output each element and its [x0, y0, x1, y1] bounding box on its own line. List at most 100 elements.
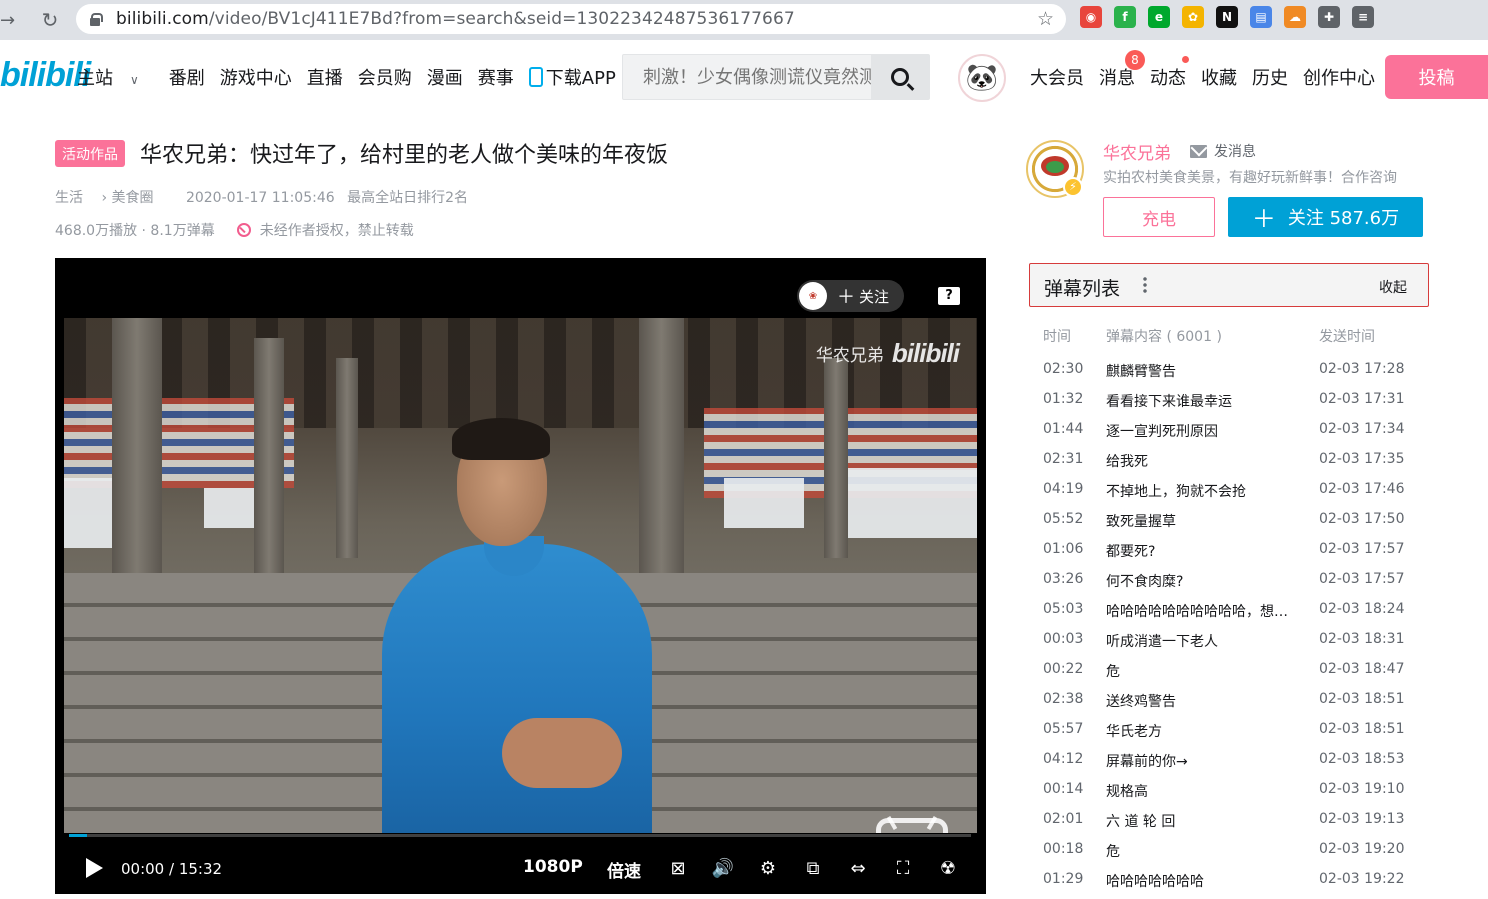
nav-history[interactable]: 历史 [1252, 64, 1288, 90]
danmaku-time: 00:03 [1043, 631, 1084, 647]
danmaku-row[interactable]: 05:52 致死量握草 02-03 17:50 [1043, 509, 1428, 539]
search-input[interactable] [643, 65, 871, 89]
danmaku-row[interactable]: 00:22 危 02-03 18:47 [1043, 659, 1428, 689]
uploader-name[interactable]: 华农兄弟 [1103, 139, 1171, 164]
nav-dynamics[interactable]: 动态 [1150, 64, 1186, 90]
nav-item-shop[interactable]: 会员购 [358, 64, 412, 90]
browser-toolbar: → ↻ bilibili.com/video/BV1cJ411E7Bd?from… [0, 0, 1488, 40]
danmaku-row[interactable]: 02:38 送终鸡警告 02-03 18:51 [1043, 689, 1428, 719]
forward-icon[interactable]: → [0, 10, 15, 31]
nav-item-manga[interactable]: 漫画 [427, 64, 463, 90]
speed-button[interactable]: 倍速 [607, 857, 641, 882]
danmaku-content: 危 [1106, 844, 1120, 860]
danmaku-row[interactable]: 05:57 华氏老方 02-03 18:51 [1043, 719, 1428, 749]
chrome-icon[interactable]: ◉ [1080, 6, 1102, 28]
danmaku-row[interactable]: 00:03 听成消遣一下老人 02-03 18:31 [1043, 629, 1428, 659]
quality-button[interactable]: 1080P [523, 857, 583, 877]
cloud-icon[interactable]: ☁ [1284, 6, 1306, 28]
search-button[interactable] [871, 55, 929, 99]
docs-icon[interactable]: ▤ [1250, 6, 1272, 28]
readinglist-icon[interactable]: ≡ [1352, 6, 1374, 28]
danmaku-time: 05:57 [1043, 721, 1084, 737]
nav-favorites[interactable]: 收藏 [1201, 64, 1237, 90]
danmaku-list-header[interactable]: 弹幕列表 收起 [1029, 263, 1429, 307]
danmaku-row[interactable]: 05:03 哈哈哈哈哈哈哈哈哈哈，想… 02-03 18:24 [1043, 599, 1428, 629]
danmaku-row[interactable]: 01:44 逐一宣判死刑原因 02-03 17:34 [1043, 419, 1428, 449]
danmaku-row[interactable]: 01:32 看看接下来谁最幸运 02-03 17:31 [1043, 389, 1428, 419]
fullscreen-icon[interactable]: ☢ [936, 857, 960, 879]
danmaku-toggle-icon[interactable]: ⊠ [666, 857, 690, 879]
nav-item-main[interactable]: 主站 ∨ [77, 64, 154, 90]
danmaku-sent-time: 02-03 17:31 [1319, 391, 1405, 407]
column-sent-time[interactable]: 发送时间 [1319, 326, 1375, 346]
reload-icon[interactable]: ↻ [38, 8, 62, 32]
danmaku-sent-time: 02-03 18:53 [1319, 751, 1405, 767]
publish-date: 2020-01-17 11:05:46 [185, 190, 335, 206]
widescreen-icon[interactable]: ⇔ [846, 857, 870, 879]
danmaku-list: 02:30 麒麟臂警告 02-03 17:28 01:32 看看接下来谁最幸运 02-03… [1043, 359, 1428, 899]
danmaku-row[interactable]: 02:31 给我死 02-03 17:35 [1043, 449, 1428, 479]
column-content[interactable]: 弹幕内容 ( 6001 ) [1106, 326, 1222, 346]
nav-item-download-app[interactable]: 下载APP [528, 64, 631, 90]
evernote-icon[interactable]: e [1148, 6, 1170, 28]
video-player[interactable]: 华农兄弟 bilibili ❀ ＋ 关注 ? 00:00 / 15:32 1080… [55, 258, 986, 894]
danmaku-content: 屏幕前的你→ [1106, 754, 1188, 770]
danmaku-row[interactable]: 01:06 都要死? 02-03 17:57 [1043, 539, 1428, 569]
nav-creator-center[interactable]: 创作中心 [1303, 64, 1375, 90]
danmaku-time: 00:14 [1043, 781, 1084, 797]
upload-button[interactable]: 投稿 [1385, 55, 1488, 99]
danmaku-content: 看看接下来谁最幸运 [1106, 394, 1232, 410]
play-icon[interactable] [86, 858, 103, 878]
danmaku-time: 01:32 [1043, 391, 1084, 407]
nav-item-esports[interactable]: 赛事 [478, 64, 514, 90]
danmaku-row[interactable]: 00:18 危 02-03 19:20 [1043, 839, 1428, 869]
pip-icon[interactable]: ⧉ [801, 857, 825, 879]
bookmark-star-icon[interactable]: ☆ [1037, 8, 1054, 30]
danmaku-row[interactable]: 03:26 何不食肉糜? 02-03 17:57 [1043, 569, 1428, 599]
web-fullscreen-icon[interactable]: ⛶ [891, 857, 915, 879]
player-follow-chip[interactable]: ❀ ＋ 关注 [797, 280, 904, 312]
nav-vip[interactable]: 大会员 [1030, 64, 1084, 90]
feedly-icon[interactable]: f [1114, 6, 1136, 28]
settings-icon[interactable]: ⚙ [756, 857, 780, 879]
nav-item-games[interactable]: 游戏中心 [220, 64, 292, 90]
charge-button[interactable]: 充电 [1103, 197, 1215, 237]
danmaku-time: 04:19 [1043, 481, 1084, 497]
activity-tag[interactable]: 活动作品 [55, 140, 125, 167]
danmaku-row[interactable]: 02:30 麒麟臂警告 02-03 17:28 [1043, 359, 1428, 389]
user-avatar[interactable]: 🐼 [958, 54, 1006, 102]
main-nav: 主站 ∨ 番剧 游戏中心 直播 会员购 漫画 赛事 下载APP [77, 64, 646, 90]
danmaku-row[interactable]: 00:14 规格高 02-03 19:10 [1043, 779, 1428, 809]
address-bar[interactable]: bilibili.com/video/BV1cJ411E7Bd?from=sea… [76, 4, 1066, 34]
progress-bar[interactable] [69, 834, 971, 837]
danmaku-row[interactable]: 04:12 屏幕前的你→ 02-03 18:53 [1043, 749, 1428, 779]
danmaku-content: 不掉地上，狗就不会抢 [1106, 484, 1246, 500]
nav-item-anime[interactable]: 番剧 [169, 64, 205, 90]
follow-button[interactable]: ＋ 关注 587.6万 [1228, 197, 1423, 237]
more-options-icon[interactable] [1143, 276, 1147, 294]
send-message-link[interactable]: 发消息 [1190, 141, 1256, 161]
rank-info[interactable]: 最高全站日排行2名 [347, 190, 468, 206]
category-link[interactable]: 生活 [55, 190, 83, 206]
column-time[interactable]: 时间 [1043, 326, 1071, 346]
danmaku-row[interactable]: 01:29 哈哈哈哈哈哈哈 02-03 19:22 [1043, 869, 1428, 899]
danmaku-time: 02:38 [1043, 691, 1084, 707]
nav-item-live[interactable]: 直播 [307, 64, 343, 90]
plus-icon: ＋ [1251, 204, 1276, 233]
subcategory-link[interactable]: 美食圈 [112, 190, 154, 206]
video-frame: 华农兄弟 bilibili [64, 318, 977, 833]
danmaku-list-title: 弹幕列表 [1044, 278, 1121, 300]
danmaku-sent-time: 02-03 19:22 [1319, 871, 1405, 887]
collapse-button[interactable]: 收起 [1379, 277, 1407, 297]
danmaku-content: 致死量握草 [1106, 514, 1176, 530]
help-icon[interactable]: ? [938, 287, 960, 305]
puzzle-icon[interactable]: ✚ [1318, 6, 1340, 28]
photos-icon[interactable]: ✿ [1182, 6, 1204, 28]
lock-icon[interactable] [90, 12, 103, 26]
danmaku-row[interactable]: 04:19 不掉地上，狗就不会抢 02-03 17:46 [1043, 479, 1428, 509]
notion-icon[interactable]: N [1216, 6, 1238, 28]
danmaku-row[interactable]: 02:01 六 道 轮 回 02-03 19:13 [1043, 809, 1428, 839]
danmaku-sent-time: 02-03 17:34 [1319, 421, 1405, 437]
volume-icon[interactable]: 🔊 [711, 857, 735, 879]
copyright-notice: 未经作者授权，禁止转载 [259, 223, 414, 239]
